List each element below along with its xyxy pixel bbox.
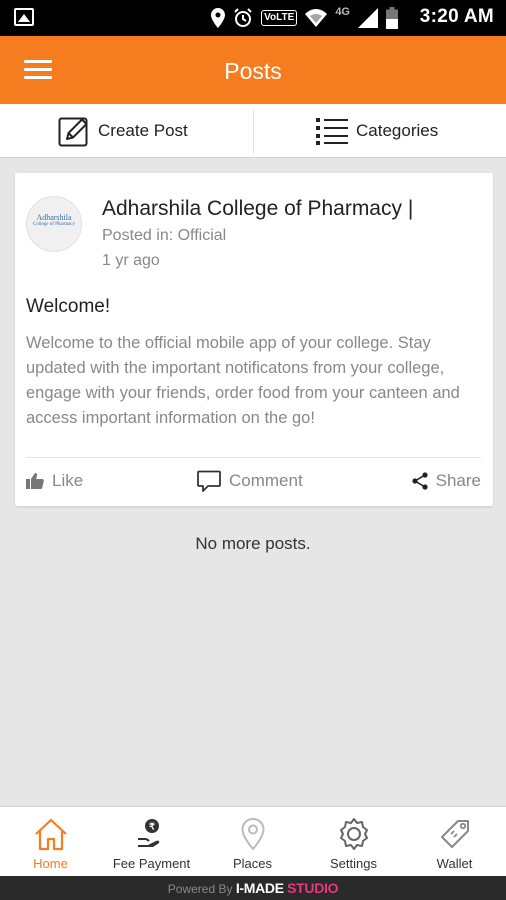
nav-places[interactable]: Places (202, 807, 303, 877)
like-button[interactable]: Like (26, 469, 83, 493)
post-timestamp: 1 yr ago (102, 252, 160, 269)
location-icon (211, 8, 226, 28)
network-type: 4G (335, 6, 350, 18)
comment-label: Comment (229, 471, 303, 490)
feed-end-message: No more posts. (195, 534, 311, 553)
nav-settings[interactable]: Settings (303, 807, 404, 877)
wifi-icon (305, 9, 328, 27)
nav-fee-payment[interactable]: ₹ Fee Payment (101, 807, 202, 877)
college-logo: Adharshila College of Pharmacy (32, 213, 76, 227)
list-icon (316, 118, 348, 145)
avatar[interactable]: Adharshila College of Pharmacy (26, 196, 82, 252)
comment-icon (197, 470, 221, 492)
places-icon (240, 817, 265, 851)
battery-icon (386, 7, 398, 29)
post-author[interactable]: Adharshila College of Pharmacy | (102, 197, 413, 221)
signal-icon (358, 8, 378, 28)
clock: 3:20 AM (419, 6, 494, 27)
app-bar: Posts (0, 36, 506, 104)
categories-button[interactable]: Categories (316, 104, 438, 158)
nav-home[interactable]: Home (0, 807, 101, 877)
settings-icon (339, 818, 368, 850)
bottom-nav: Home ₹ Fee Payment Places Settings Walle… (0, 806, 506, 876)
fee-payment-icon: ₹ (137, 819, 159, 847)
nav-settings-label: Settings (330, 856, 377, 871)
nav-wallet-label: Wallet (436, 856, 473, 871)
status-icons: VoLTE 4G (211, 6, 398, 29)
post-category: Posted in: Official (102, 227, 227, 244)
nav-wallet[interactable]: Wallet (404, 807, 505, 877)
post-card: Adharshila College of Pharmacy Adharshil… (15, 173, 493, 506)
like-label: Like (52, 471, 84, 490)
divider (253, 110, 254, 154)
status-bar: VoLTE 4G 3:20 AM (0, 0, 506, 36)
categories-label: Categories (356, 121, 439, 140)
alarm-icon (234, 8, 252, 27)
powered-by-footer: Powered By I-MADE STUDIO (0, 876, 506, 900)
nav-fee-payment-label: Fee Payment (112, 856, 191, 871)
share-button[interactable]: Share (412, 469, 481, 493)
nav-places-label: Places (232, 856, 273, 871)
divider (26, 457, 481, 458)
home-icon (34, 818, 67, 851)
brand-suffix: STUDIO (287, 880, 339, 896)
create-post-button[interactable]: Create Post (58, 104, 188, 158)
powered-by-text: Powered By (167, 882, 233, 896)
create-post-label: Create Post (98, 121, 188, 140)
brand-name: I-MADE (235, 880, 284, 896)
share-label: Share (435, 471, 481, 490)
volte-icon: VoLTE (261, 10, 298, 26)
post-body: Welcome to the official mobile app of yo… (26, 334, 460, 427)
edit-icon (58, 117, 88, 147)
share-icon (412, 472, 428, 490)
image-icon (14, 8, 34, 26)
action-bar: Create Post Categories (0, 104, 506, 158)
page-title: Posts (224, 58, 282, 84)
wallet-icon (440, 820, 469, 848)
nav-home-label: Home (33, 856, 68, 871)
thumbs-up-icon (26, 473, 44, 489)
comment-button[interactable]: Comment (197, 469, 303, 493)
post-title: Welcome! (26, 296, 111, 317)
svg-text:₹: ₹ (149, 822, 155, 832)
